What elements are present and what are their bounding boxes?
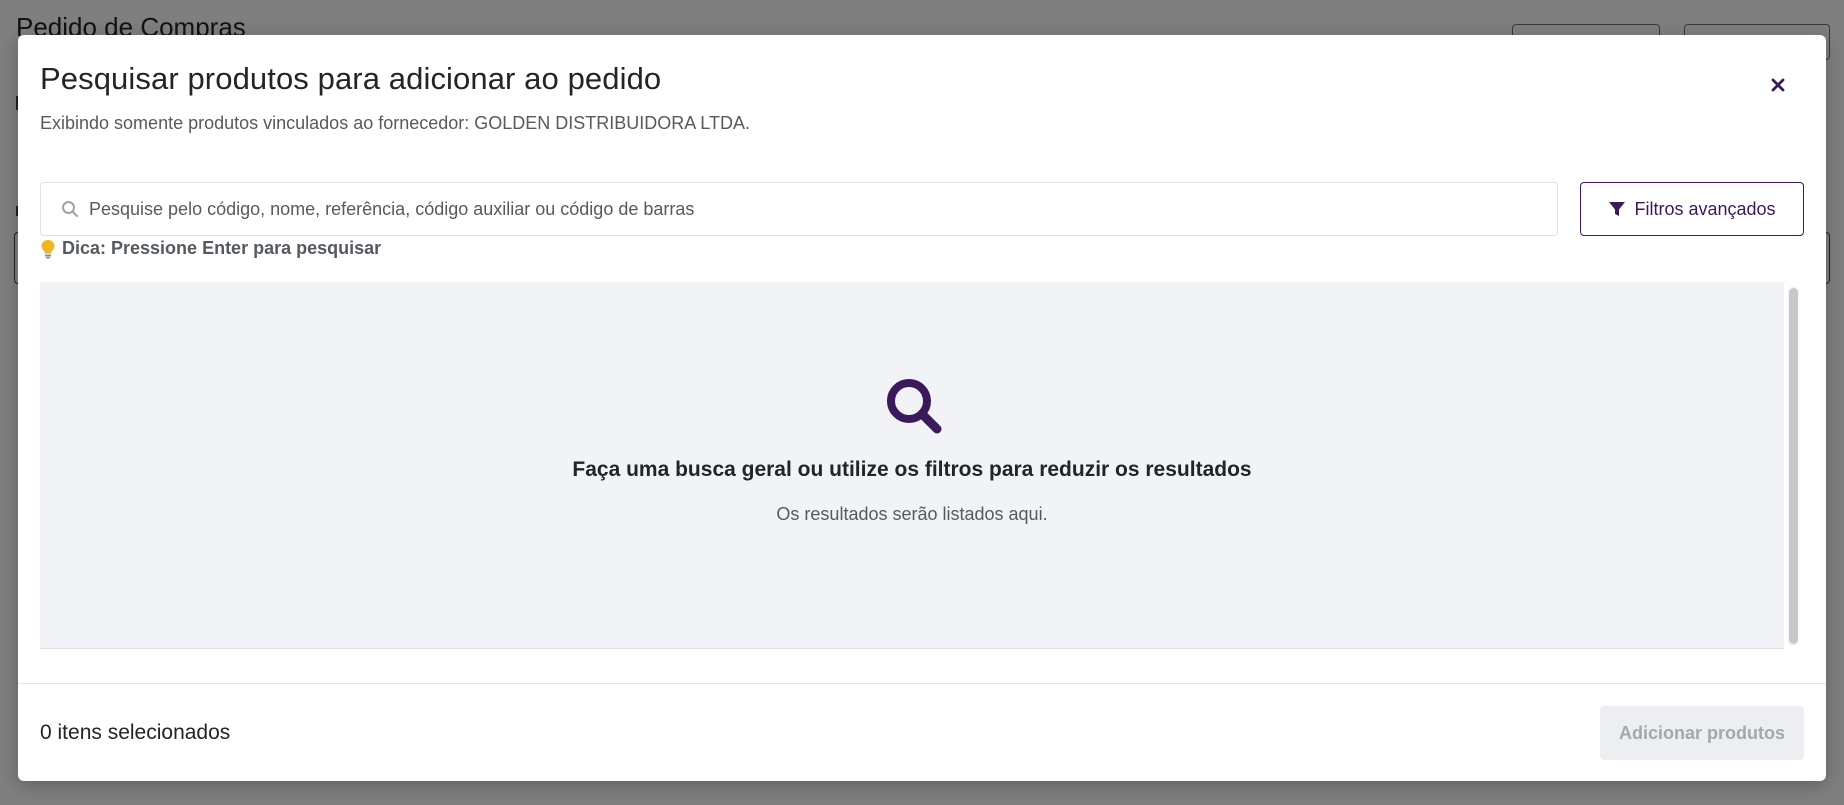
modal-title: Pesquisar produtos para adicionar ao ped… [40,61,662,96]
empty-results-heading: Faça uma busca geral ou utilize os filtr… [572,458,1252,481]
selected-items-count: 0 itens selecionados [40,721,231,744]
advanced-filters-button[interactable]: Filtros avançados [1580,182,1804,236]
empty-results-subtext: Os resultados serão listados aqui. [776,504,1048,524]
footer-divider [18,683,1826,684]
search-icon [61,200,79,218]
search-box[interactable] [40,182,1558,236]
search-input[interactable] [89,198,1529,220]
modal-subtitle: Exibindo somente produtos vinculados ao … [40,113,750,133]
close-icon [1771,78,1785,92]
product-search-modal: Pesquisar produtos para adicionar ao ped… [18,35,1826,781]
results-area: Faça uma busca geral ou utilize os filtr… [40,282,1784,649]
search-tip-text: Dica: Pressione Enter para pesquisar [62,238,382,258]
magnifier-icon [887,379,942,434]
close-button[interactable] [1764,71,1792,99]
advanced-filters-label: Filtros avançados [1634,198,1776,219]
add-products-button[interactable]: Adicionar produtos [1600,706,1804,760]
filter-icon [1609,202,1626,216]
scrollbar-thumb[interactable] [1789,288,1798,644]
results-scrollbar[interactable] [1788,286,1799,646]
lightbulb-icon [41,239,55,258]
search-tip: Dica: Pressione Enter para pesquisar [40,238,381,259]
